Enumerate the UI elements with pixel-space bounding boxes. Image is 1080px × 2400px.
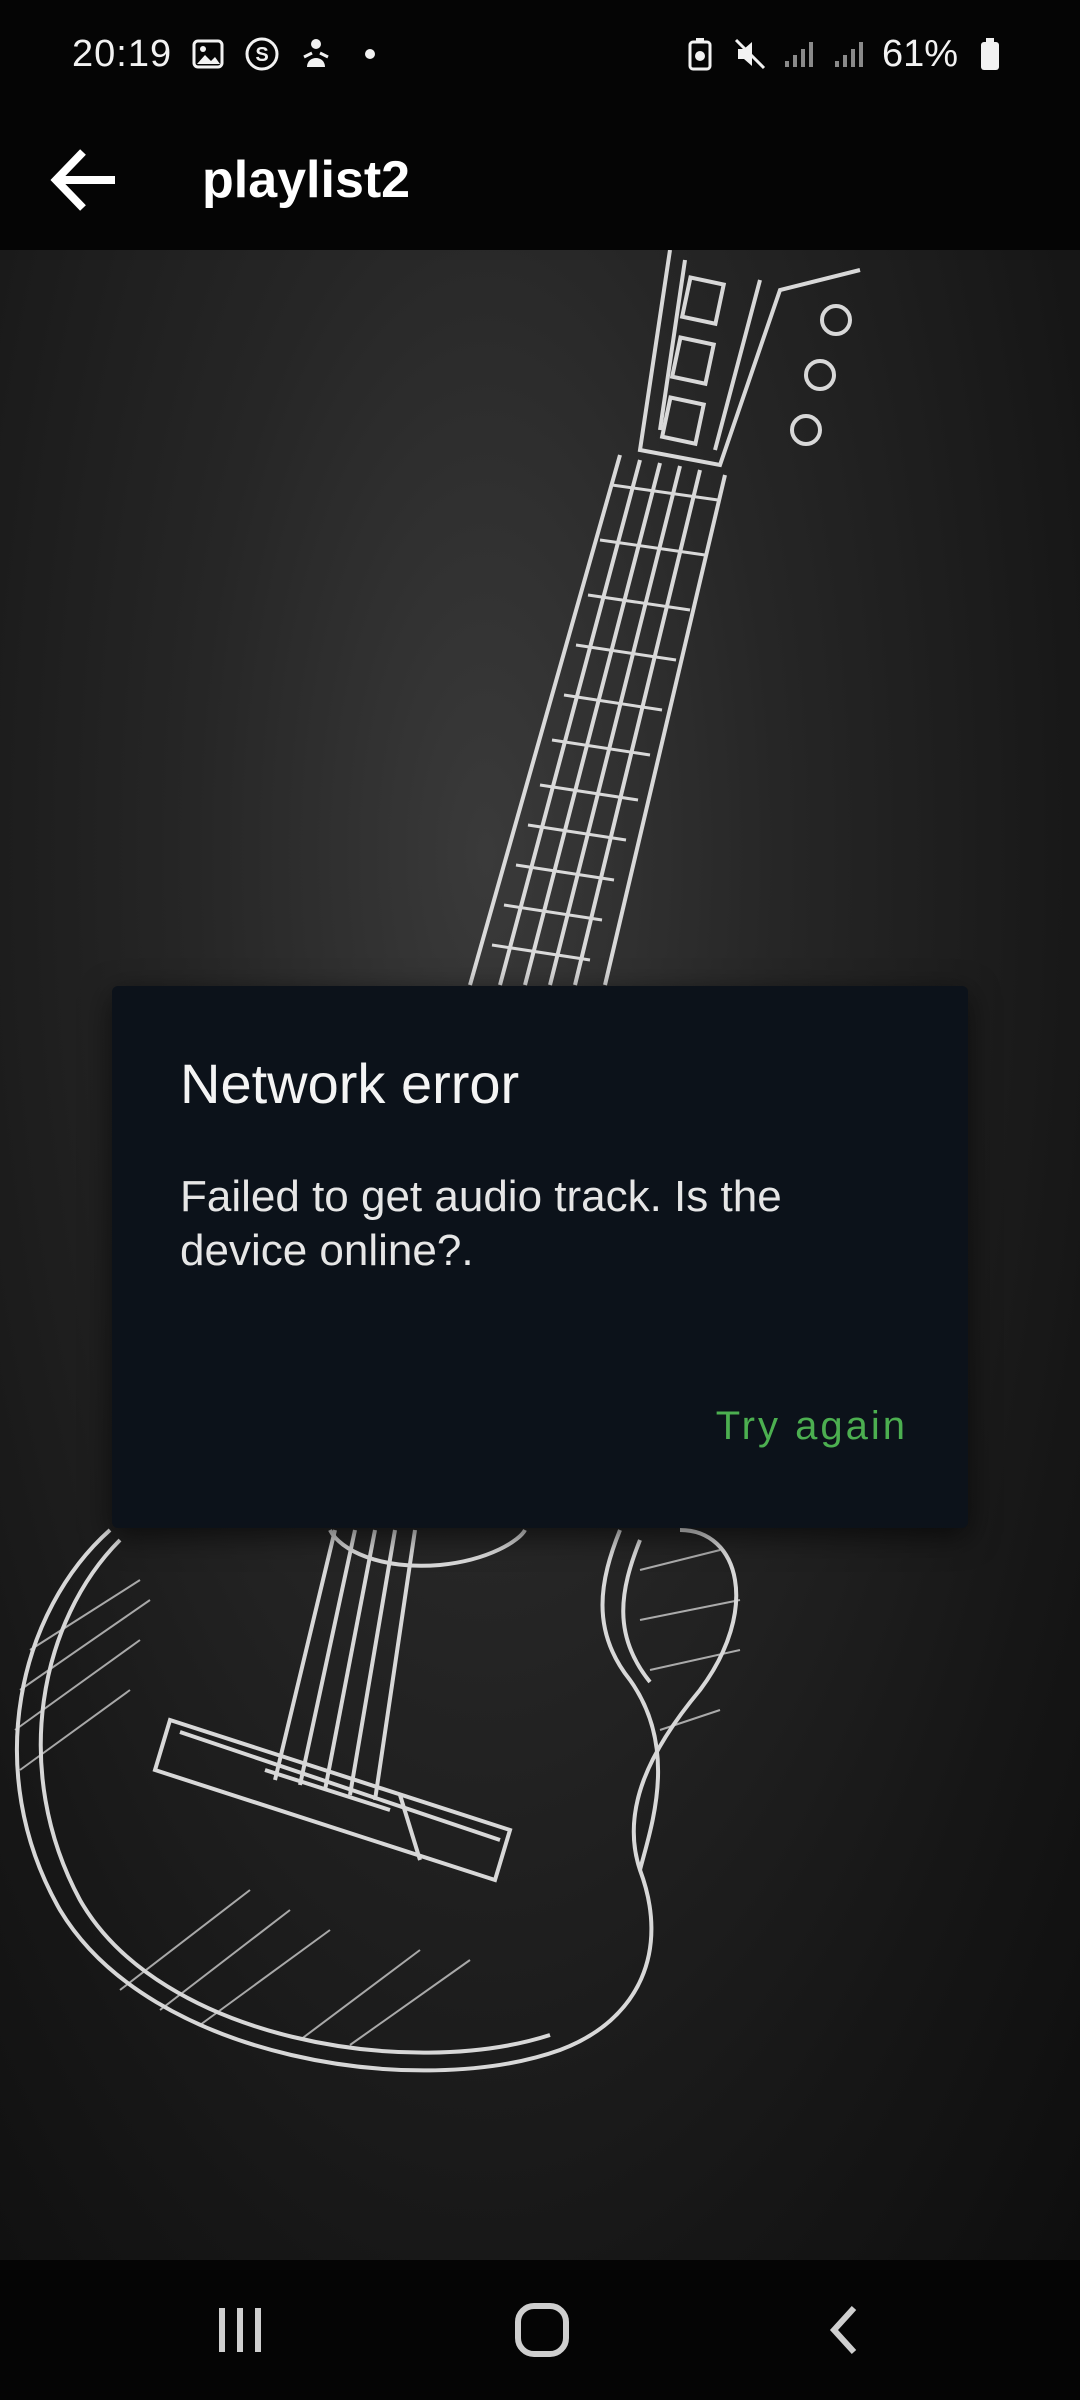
- arrow-left-icon: [50, 149, 115, 211]
- try-again-button[interactable]: Try again: [702, 1388, 922, 1464]
- dialog-title: Network error: [180, 1052, 520, 1115]
- recents-icon: [219, 2308, 261, 2352]
- back-icon: [829, 2305, 857, 2355]
- recents-button[interactable]: [180, 2290, 300, 2370]
- nav-back-button[interactable]: [784, 2290, 904, 2370]
- network-error-dialog: Network error Failed to get audio track.…: [112, 986, 968, 1528]
- status-time: 20:19: [72, 32, 173, 75]
- signal-icon: [832, 36, 868, 72]
- home-button[interactable]: [482, 2290, 602, 2370]
- status-left: 20:19 S: [72, 28, 388, 80]
- app-bar: playlist2: [0, 110, 1080, 250]
- page-title: playlist2: [202, 151, 411, 209]
- s-circle-icon: S: [244, 36, 280, 72]
- back-button[interactable]: [38, 134, 130, 226]
- status-right: 61%: [682, 28, 1008, 80]
- navigation-bar: [0, 2260, 1080, 2400]
- battery-icon: [972, 36, 1008, 72]
- gallery-icon: [190, 36, 226, 72]
- mute-icon: [732, 36, 768, 72]
- person-icon: [298, 36, 334, 72]
- signal-icon: [782, 36, 818, 72]
- battery-percent: 61%: [881, 32, 958, 75]
- svg-text:S: S: [255, 44, 268, 66]
- home-icon: [515, 2303, 569, 2357]
- status-bar: 20:19 S 61%: [0, 0, 1080, 110]
- dialog-message: Failed to get audio track. Is the device…: [180, 1172, 782, 1275]
- battery-saver-icon: [682, 36, 718, 72]
- dot-icon: [352, 36, 388, 72]
